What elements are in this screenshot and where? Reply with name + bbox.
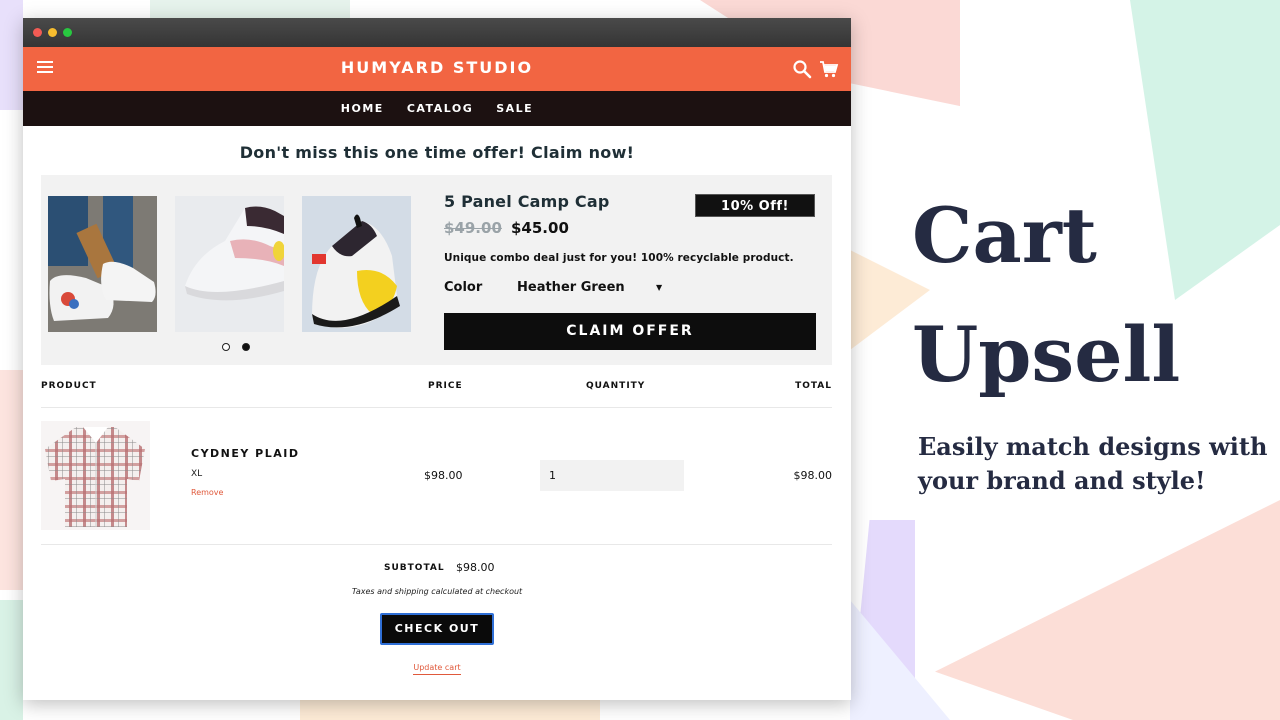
header-product: PRODUCT [41,381,97,391]
search-icon[interactable] [792,59,812,79]
upsell-heading: Don't miss this one time offer! Claim no… [239,143,635,162]
slider-dot-1[interactable] [222,343,230,351]
product-image-sneakers-worn[interactable] [48,196,157,332]
cart-item-variant: XL [191,469,203,479]
bg-shape [0,370,23,590]
marketing-headline-line2: Upsell [912,310,1181,399]
subtotal-value: $98.00 [456,561,495,574]
header-quantity: QUANTITY [586,381,646,391]
window-titlebar [23,18,851,47]
browser-window: HUMYARD STUDIO HOME CATALOG SALE Don't m… [23,18,851,700]
cart-item-image[interactable] [41,421,150,530]
update-cart-label: Update cart [413,663,461,675]
product-image-sneaker-side[interactable] [175,196,284,332]
divider [41,407,832,408]
bg-shape [150,0,350,18]
store-header: HUMYARD STUDIO [23,47,851,91]
product-image-sneaker-heel[interactable] [302,196,411,332]
bg-shape [960,0,1130,110]
divider [41,544,832,545]
cart-item-price: $98.00 [424,469,463,482]
main-nav: HOME CATALOG SALE [23,91,851,126]
bg-shape [0,0,23,110]
marketing-tagline: Easily match designs with your brand and… [918,432,1268,495]
tax-note: Taxes and shipping calculated at checkou… [351,587,523,596]
upsell-description: Unique combo deal just for you! 100% rec… [444,252,794,264]
sale-price: $45.00 [511,219,569,237]
minimize-window-button[interactable] [48,28,57,37]
header-price: PRICE [428,381,463,391]
discount-badge: 10% Off! [695,194,815,217]
remove-item-link[interactable]: Remove [191,488,223,497]
cart-item-name[interactable]: CYDNEY PLAID [191,447,300,460]
store-brand[interactable]: HUMYARD STUDIO [23,58,851,77]
subtotal-label: SUBTOTAL [384,563,445,573]
close-window-button[interactable] [33,28,42,37]
color-select[interactable]: Heather Green ▼ [517,280,667,295]
bg-shape [0,600,23,720]
cart-icon[interactable] [819,59,839,79]
color-label: Color [444,280,483,295]
cart-item-total: $98.00 [793,469,833,482]
bg-shape [935,500,1280,720]
maximize-window-button[interactable] [63,28,72,37]
bg-shape [1130,0,1280,300]
marketing-headline-line1: Cart [912,191,1097,280]
caret-down-icon: ▼ [656,283,663,292]
nav-catalog[interactable]: CATALOG [407,102,473,115]
upsell-product-title[interactable]: 5 Panel Camp Cap [444,192,610,211]
bg-shape [300,700,600,720]
upsell-offer-panel: 5 Panel Camp Cap 10% Off! $49.00 $45.00 … [41,175,832,365]
nav-home[interactable]: HOME [341,102,384,115]
original-price: $49.00 [444,219,502,237]
quantity-input[interactable] [540,460,684,491]
update-cart-link[interactable]: Update cart [23,663,851,675]
slider-dot-2[interactable] [242,343,250,351]
claim-offer-button[interactable]: CLAIM OFFER [444,313,816,350]
color-select-value: Heather Green [517,280,625,295]
header-total: TOTAL [795,381,832,391]
nav-sale[interactable]: SALE [496,102,533,115]
checkout-button[interactable]: CHECK OUT [380,613,494,645]
